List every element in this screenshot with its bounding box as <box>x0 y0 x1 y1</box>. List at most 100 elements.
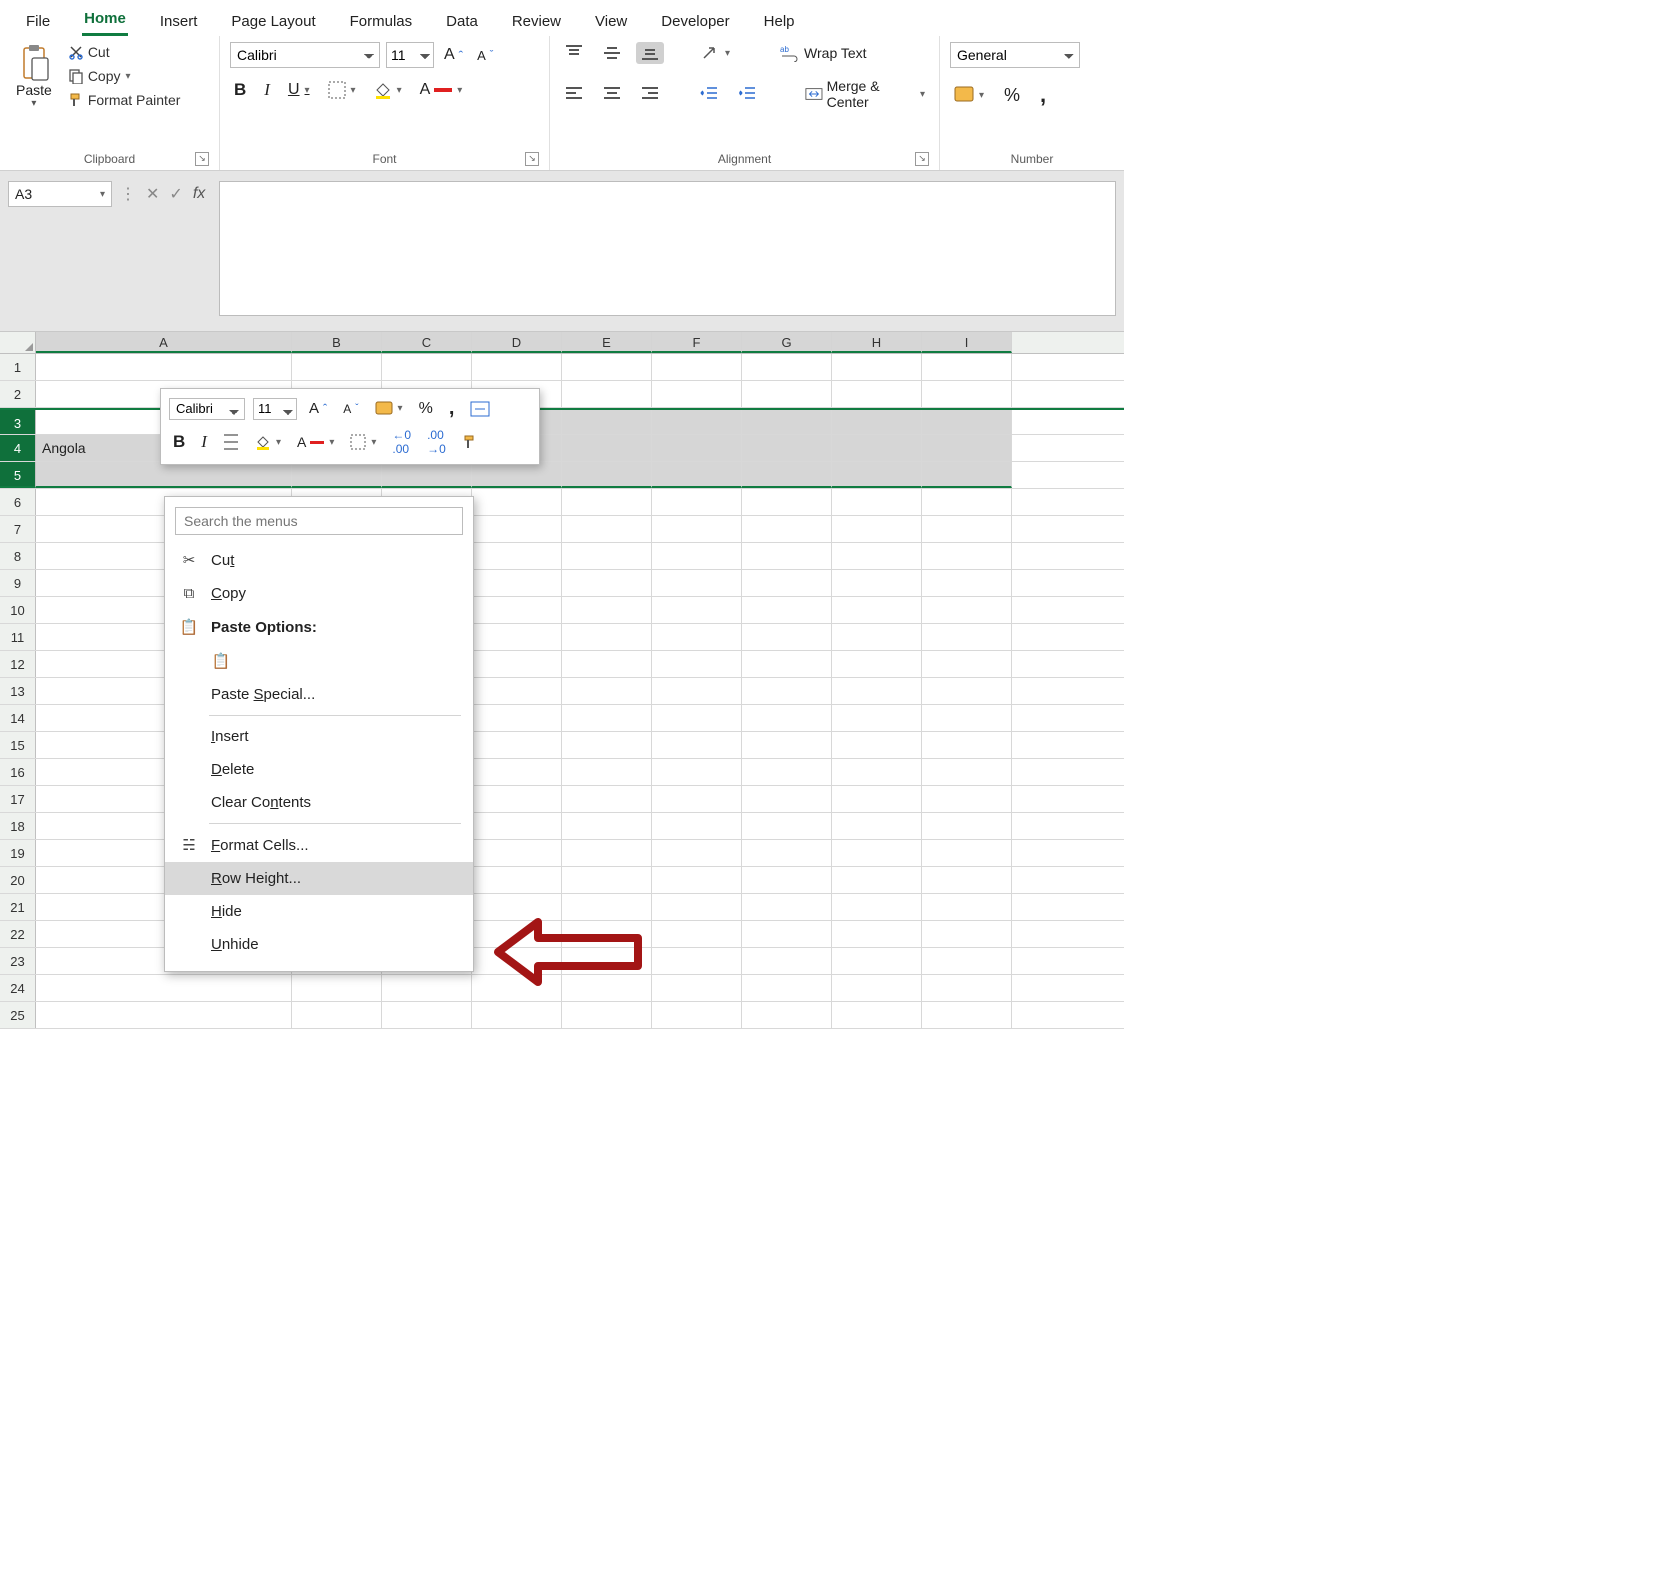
column-header-H[interactable]: H <box>832 332 922 353</box>
cell-G12[interactable] <box>742 651 832 677</box>
cell-H20[interactable] <box>832 867 922 893</box>
row-header-24[interactable]: 24 <box>0 975 36 1001</box>
mini-borders[interactable] <box>219 432 243 452</box>
font-name-select[interactable]: Calibri <box>230 42 380 68</box>
cell-F21[interactable] <box>652 894 742 920</box>
copy-button[interactable]: Copy ▾ <box>64 66 185 86</box>
cell-F4[interactable] <box>652 435 742 461</box>
cell-G19[interactable] <box>742 840 832 866</box>
cell-H6[interactable] <box>832 489 922 515</box>
cell-G8[interactable] <box>742 543 832 569</box>
row-header-12[interactable]: 12 <box>0 651 36 677</box>
cell-D16[interactable] <box>472 759 562 785</box>
cell-E10[interactable] <box>562 597 652 623</box>
cell-H11[interactable] <box>832 624 922 650</box>
row-header-1[interactable]: 1 <box>0 354 36 380</box>
cell-E12[interactable] <box>562 651 652 677</box>
cell-E16[interactable] <box>562 759 652 785</box>
cell-G23[interactable] <box>742 948 832 974</box>
cancel-icon[interactable]: ✕ <box>146 184 159 204</box>
column-header-C[interactable]: C <box>382 332 472 353</box>
mini-grow-font[interactable]: Aˆ <box>305 398 331 419</box>
column-header-G[interactable]: G <box>742 332 832 353</box>
cell-F19[interactable] <box>652 840 742 866</box>
cell-I14[interactable] <box>922 705 1012 731</box>
cell-B24[interactable] <box>292 975 382 1001</box>
row-header-16[interactable]: 16 <box>0 759 36 785</box>
align-middle-button[interactable] <box>598 42 626 64</box>
cell-F15[interactable] <box>652 732 742 758</box>
cell-H4[interactable] <box>832 435 922 461</box>
row-header-17[interactable]: 17 <box>0 786 36 812</box>
cell-I11[interactable] <box>922 624 1012 650</box>
row-header-6[interactable]: 6 <box>0 489 36 515</box>
cell-E7[interactable] <box>562 516 652 542</box>
decrease-indent-button[interactable] <box>695 83 723 105</box>
cell-H3[interactable] <box>832 410 922 434</box>
cell-I12[interactable] <box>922 651 1012 677</box>
fill-color-button[interactable]: ▾ <box>370 79 406 101</box>
context-search-input[interactable] <box>175 507 463 535</box>
cell-F12[interactable] <box>652 651 742 677</box>
cell-A24[interactable] <box>36 975 292 1001</box>
cell-G3[interactable] <box>742 410 832 434</box>
mini-shrink-font[interactable]: Aˇ <box>339 400 362 418</box>
cell-F7[interactable] <box>652 516 742 542</box>
row-header-21[interactable]: 21 <box>0 894 36 920</box>
cell-A25[interactable] <box>36 1002 292 1028</box>
cell-C24[interactable] <box>382 975 472 1001</box>
cell-G18[interactable] <box>742 813 832 839</box>
comma-style-button[interactable]: , <box>1036 80 1050 110</box>
fx-icon[interactable]: fx <box>193 185 205 203</box>
cell-I9[interactable] <box>922 570 1012 596</box>
cell-H16[interactable] <box>832 759 922 785</box>
cell-E18[interactable] <box>562 813 652 839</box>
cell-D17[interactable] <box>472 786 562 812</box>
cell-F20[interactable] <box>652 867 742 893</box>
mini-percent[interactable]: % <box>415 398 437 420</box>
merge-center-button[interactable]: Merge & Center ▾ <box>801 76 929 112</box>
cell-G4[interactable] <box>742 435 832 461</box>
cell-F11[interactable] <box>652 624 742 650</box>
row-header-2[interactable]: 2 <box>0 381 36 407</box>
cell-F10[interactable] <box>652 597 742 623</box>
row-header-8[interactable]: 8 <box>0 543 36 569</box>
cell-F25[interactable] <box>652 1002 742 1028</box>
ctx-clear-contents[interactable]: Clear Contents <box>165 786 473 819</box>
cell-I16[interactable] <box>922 759 1012 785</box>
cell-I5[interactable] <box>922 462 1012 488</box>
cell-I15[interactable] <box>922 732 1012 758</box>
cell-I18[interactable] <box>922 813 1012 839</box>
cell-I6[interactable] <box>922 489 1012 515</box>
cell-E19[interactable] <box>562 840 652 866</box>
font-color-button[interactable]: A ▾ <box>416 79 467 101</box>
cell-C5[interactable] <box>382 462 472 488</box>
column-header-B[interactable]: B <box>292 332 382 353</box>
cell-D9[interactable] <box>472 570 562 596</box>
cell-F8[interactable] <box>652 543 742 569</box>
cell-H5[interactable] <box>832 462 922 488</box>
cell-G14[interactable] <box>742 705 832 731</box>
mini-merge[interactable] <box>466 399 494 419</box>
cell-E2[interactable] <box>562 381 652 407</box>
dialog-launcher-icon[interactable]: ↘ <box>525 152 539 166</box>
cell-E5[interactable] <box>562 462 652 488</box>
cell-F9[interactable] <box>652 570 742 596</box>
column-header-F[interactable]: F <box>652 332 742 353</box>
cell-G9[interactable] <box>742 570 832 596</box>
cell-H22[interactable] <box>832 921 922 947</box>
column-header-I[interactable]: I <box>922 332 1012 353</box>
mini-italic[interactable]: I <box>197 430 211 454</box>
cell-F23[interactable] <box>652 948 742 974</box>
cell-E20[interactable] <box>562 867 652 893</box>
cell-G5[interactable] <box>742 462 832 488</box>
cell-I20[interactable] <box>922 867 1012 893</box>
underline-button[interactable]: U▾ <box>284 79 314 101</box>
ctx-hide[interactable]: Hide <box>165 895 473 928</box>
cell-H23[interactable] <box>832 948 922 974</box>
ctx-copy[interactable]: ⧉ Copy <box>165 577 473 610</box>
mini-fill-color[interactable]: ▾ <box>251 432 285 452</box>
options-icon[interactable]: ⋮ <box>120 184 136 204</box>
align-bottom-button[interactable] <box>636 42 664 64</box>
row-header-9[interactable]: 9 <box>0 570 36 596</box>
